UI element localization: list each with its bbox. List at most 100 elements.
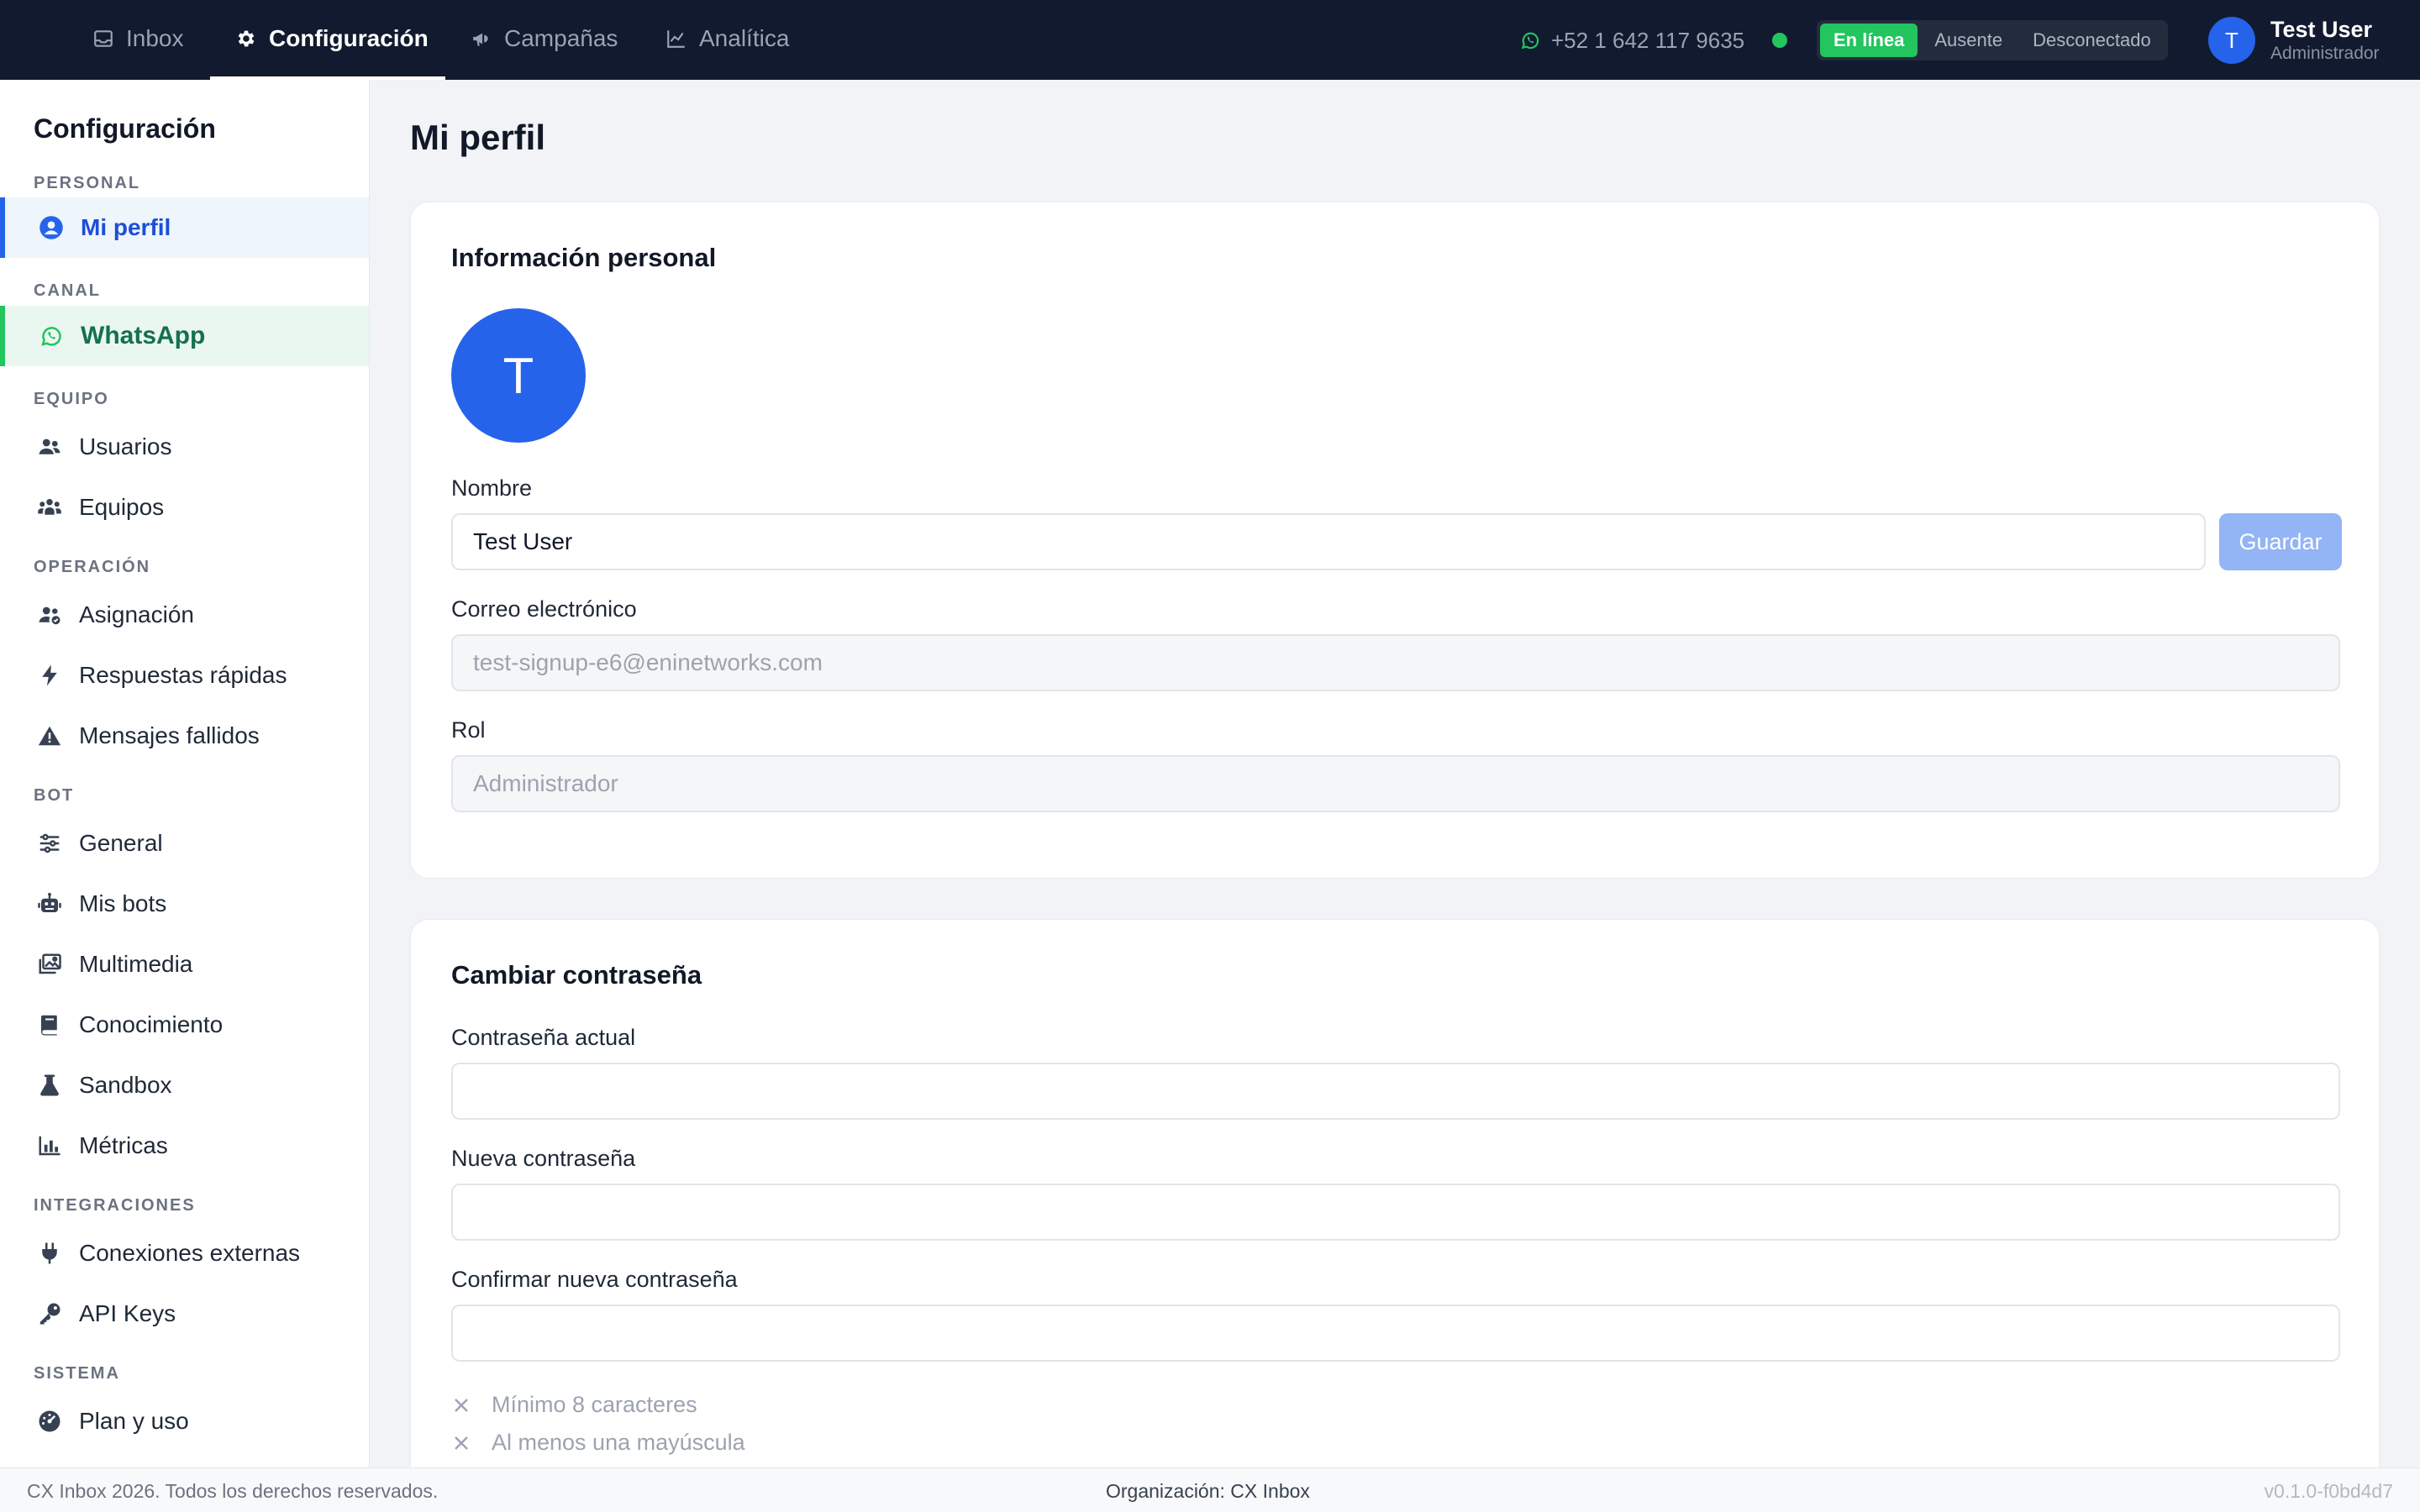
x-mark-icon: [451, 1433, 471, 1453]
new-password-input[interactable]: [451, 1184, 2340, 1241]
user-circle-icon: [39, 215, 64, 240]
sidebar-item-respuestas-rapidas[interactable]: Respuestas rápidas: [0, 645, 369, 706]
user-name: Test User: [2270, 17, 2373, 42]
sidebar-item-label: Plan y uso: [79, 1408, 189, 1434]
sidebar-item-asignacion[interactable]: Asignación: [0, 585, 369, 645]
password-requirement: Al menos una mayúscula: [451, 1430, 745, 1456]
nav-campanas-label: Campañas: [504, 24, 618, 51]
section-sistema: SISTEMA: [34, 1364, 120, 1383]
name-input[interactable]: [451, 513, 2206, 570]
sidebar-title: Configuración: [34, 113, 216, 144]
nav-analitica-label: Analítica: [699, 24, 790, 51]
current-password-label: Contraseña actual: [451, 1025, 636, 1050]
personal-info-card: Información personal T Nombre Guardar Co…: [410, 202, 2380, 879]
flask-icon: [37, 1073, 62, 1098]
key-icon: [37, 1301, 62, 1326]
section-canal: CANAL: [34, 281, 101, 300]
footer-organization: Organización: CX Inbox: [1106, 1480, 1310, 1502]
sidebar-item-conexiones-externas[interactable]: Conexiones externas: [0, 1223, 369, 1284]
sidebar-item-metricas[interactable]: Métricas: [0, 1116, 369, 1176]
whatsapp-icon: [39, 323, 64, 349]
sidebar-item-usuarios[interactable]: Usuarios: [0, 417, 369, 477]
nav-inbox[interactable]: Inbox: [92, 0, 202, 80]
avatar: T: [2208, 17, 2255, 64]
status-offline-button[interactable]: Desconectado: [2019, 24, 2165, 57]
sliders-icon: [37, 831, 62, 856]
gear-icon: [235, 28, 257, 50]
user-role: Administrador: [2270, 44, 2380, 63]
nav-analitica[interactable]: Analítica: [666, 0, 834, 80]
user-info: Test User Administrador: [2270, 16, 2380, 65]
nav-configuracion[interactable]: Configuración: [210, 0, 445, 80]
user-assign-icon: [37, 602, 62, 627]
team-icon: [37, 495, 62, 520]
sidebar-item-sandbox[interactable]: Sandbox: [0, 1055, 369, 1116]
robot-icon: [37, 891, 62, 916]
sidebar-item-label: Mis bots: [79, 890, 167, 916]
footer-version: v0.1.0-f0bd4d7: [2264, 1480, 2393, 1502]
users-icon: [37, 434, 62, 459]
x-mark-icon: [451, 1395, 471, 1415]
change-password-card: Cambiar contraseña Contraseña actual Nue…: [410, 919, 2380, 1507]
sidebar-item-label: Mi perfil: [81, 214, 171, 240]
sidebar-item-label: General: [79, 830, 163, 856]
section-operacion: OPERACIÓN: [34, 558, 151, 576]
user-menu[interactable]: T Test User Administrador: [2208, 15, 2380, 66]
password-requirement: Mínimo 8 caracteres: [451, 1392, 697, 1418]
top-navigation-bar: Inbox Configuración Campañas Analítica +…: [0, 0, 2420, 80]
settings-sidebar: Configuración PERSONAL Mi perfil CANAL W…: [0, 80, 370, 1467]
section-personal: PERSONAL: [34, 174, 141, 192]
sidebar-item-api-keys[interactable]: API Keys: [0, 1284, 369, 1344]
images-icon: [37, 952, 62, 977]
card-title: Información personal: [451, 243, 717, 272]
status-online-button[interactable]: En línea: [1820, 24, 1918, 57]
sidebar-item-label: Conocimiento: [79, 1011, 224, 1037]
nav-inbox-label: Inbox: [126, 24, 184, 51]
nav-campanas[interactable]: Campañas: [471, 0, 639, 80]
sidebar-item-label: API Keys: [79, 1300, 176, 1326]
name-label: Nombre: [451, 475, 533, 501]
footer-copyright: CX Inbox 2026. Todos los derechos reserv…: [27, 1480, 439, 1502]
megaphone-icon: [471, 28, 492, 50]
role-field: [451, 755, 2340, 812]
sidebar-item-mi-perfil[interactable]: Mi perfil: [0, 197, 369, 258]
requirement-text: Al menos una mayúscula: [492, 1430, 745, 1455]
book-icon: [37, 1012, 62, 1037]
sidebar-item-whatsapp[interactable]: WhatsApp: [0, 306, 369, 366]
sidebar-item-plan-y-uso[interactable]: Plan y uso: [0, 1391, 369, 1452]
whatsapp-icon: [1519, 29, 1541, 51]
confirm-password-input[interactable]: [451, 1305, 2340, 1362]
confirm-password-label: Confirmar nueva contraseña: [451, 1267, 738, 1292]
save-button[interactable]: Guardar: [2219, 513, 2342, 570]
online-indicator: [1772, 33, 1787, 48]
sidebar-item-label: Usuarios: [79, 433, 172, 459]
page-title: Mi perfil: [410, 118, 546, 157]
plug-icon: [37, 1241, 62, 1266]
profile-avatar[interactable]: T: [451, 308, 586, 443]
sidebar-item-equipos[interactable]: Equipos: [0, 477, 369, 538]
gauge-icon: [37, 1409, 62, 1434]
status-away-button[interactable]: Ausente: [1921, 24, 2016, 57]
inbox-icon: [92, 28, 114, 50]
sidebar-item-mis-bots[interactable]: Mis bots: [0, 874, 369, 934]
requirement-text: Mínimo 8 caracteres: [492, 1392, 697, 1417]
card-title: Cambiar contraseña: [451, 960, 702, 990]
current-password-input[interactable]: [451, 1063, 2340, 1120]
chart-line-icon: [666, 28, 687, 50]
sidebar-item-label: Métricas: [79, 1132, 168, 1158]
sidebar-item-label: Asignación: [79, 601, 194, 627]
new-password-label: Nueva contraseña: [451, 1146, 636, 1171]
email-label: Correo electrónico: [451, 596, 637, 622]
sidebar-item-mensajes-fallidos[interactable]: Mensajes fallidos: [0, 706, 369, 766]
bolt-icon: [37, 663, 62, 688]
phone-number: +52 1 642 117 9635: [1551, 27, 1745, 53]
sidebar-item-conocimiento[interactable]: Conocimiento: [0, 995, 369, 1055]
role-label: Rol: [451, 717, 486, 743]
sidebar-item-multimedia[interactable]: Multimedia: [0, 934, 369, 995]
status-selector: En línea Ausente Desconectado: [1817, 20, 2168, 60]
sidebar-item-general[interactable]: General: [0, 813, 369, 874]
bar-chart-icon: [37, 1133, 62, 1158]
sidebar-item-label: Sandbox: [79, 1072, 172, 1098]
nav-configuracion-label: Configuración: [269, 24, 429, 51]
section-integraciones: INTEGRACIONES: [34, 1196, 196, 1215]
